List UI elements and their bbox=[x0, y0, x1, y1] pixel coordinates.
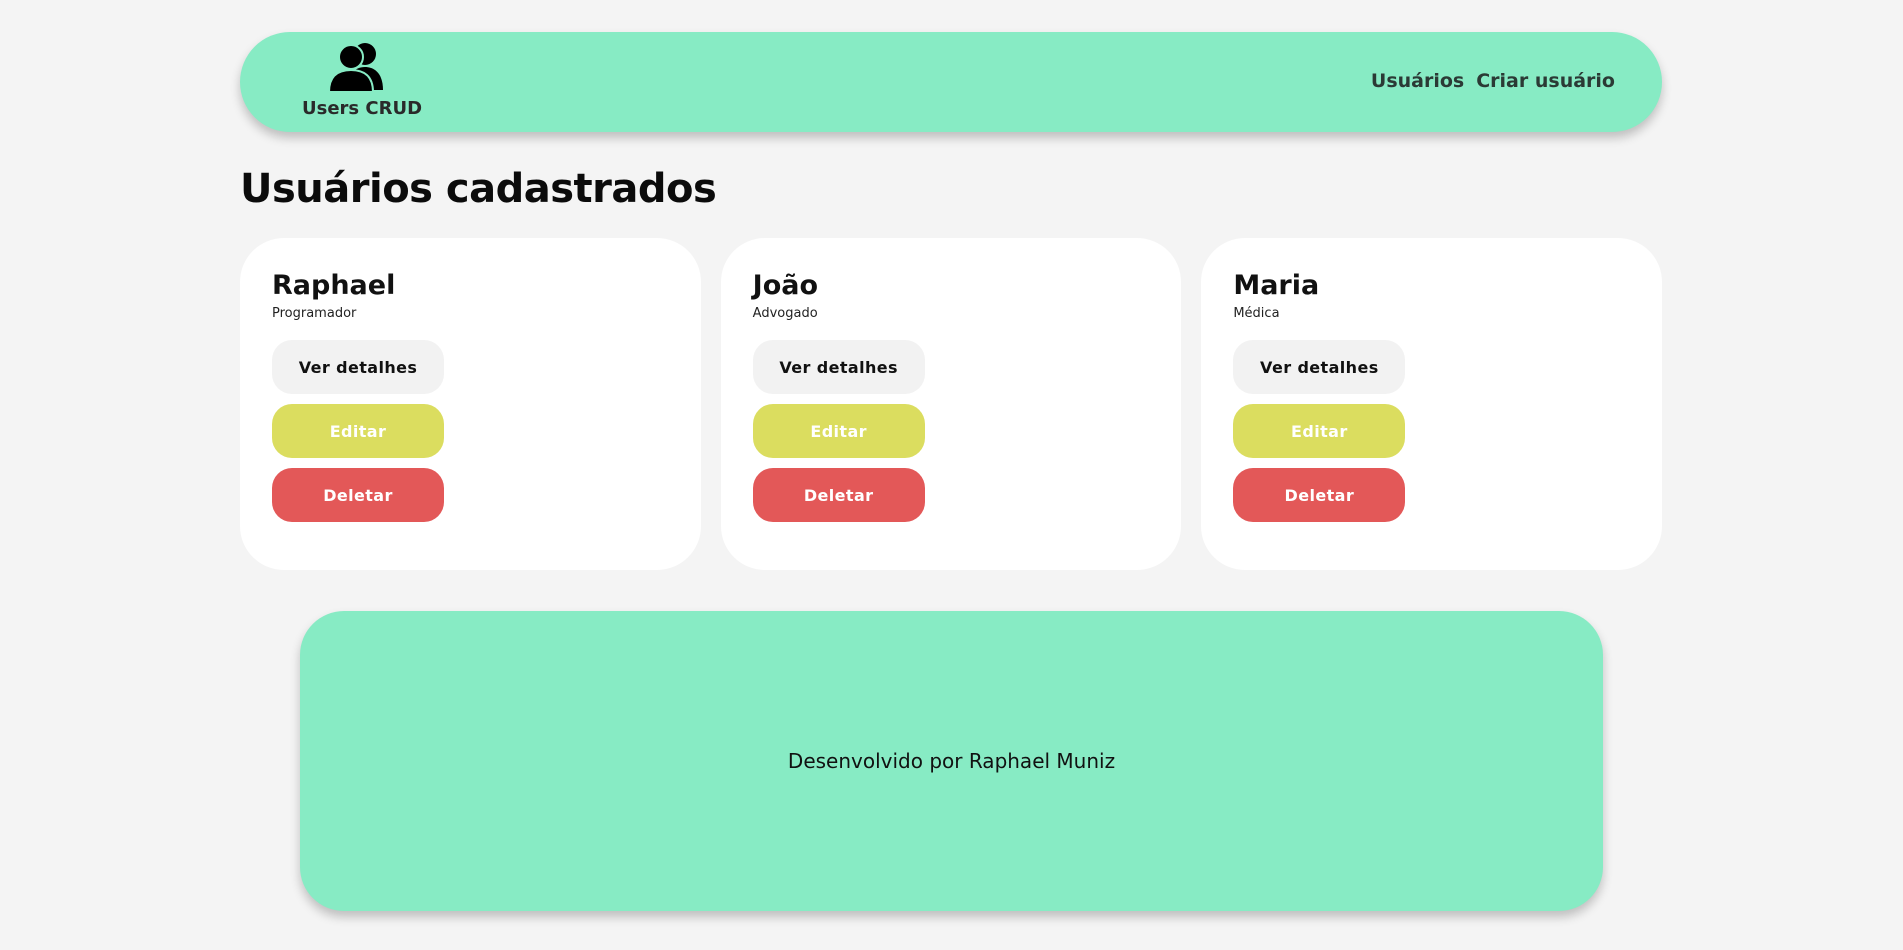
nav-links: Usuários Criar usuário bbox=[1371, 70, 1615, 92]
navbar: Users CRUD Usuários Criar usuário bbox=[240, 32, 1662, 132]
footer-credit: Desenvolvido por Raphael Muniz bbox=[787, 749, 1116, 773]
brand[interactable]: Users CRUD bbox=[302, 40, 423, 119]
nav-link-usuarios[interactable]: Usuários bbox=[1371, 70, 1464, 92]
user-name: João bbox=[752, 270, 819, 301]
user-cards: Raphael Programador Ver detalhes Editar … bbox=[240, 238, 1663, 570]
user-name: Raphael bbox=[272, 270, 396, 301]
edit-button[interactable]: Editar bbox=[272, 404, 444, 458]
user-card: Maria Médica Ver detalhes Editar Deletar bbox=[1201, 238, 1663, 570]
delete-button[interactable]: Deletar bbox=[1233, 468, 1406, 522]
view-details-button[interactable]: Ver detalhes bbox=[272, 340, 444, 394]
user-card: Raphael Programador Ver detalhes Editar … bbox=[240, 238, 701, 570]
brand-title: Users CRUD bbox=[302, 98, 423, 119]
page-title: Usuários cadastrados bbox=[240, 166, 717, 212]
edit-button[interactable]: Editar bbox=[1233, 404, 1406, 458]
edit-button[interactable]: Editar bbox=[752, 404, 925, 458]
view-details-button[interactable]: Ver detalhes bbox=[1233, 340, 1406, 394]
user-role: Médica bbox=[1233, 306, 1280, 321]
user-role: Advogado bbox=[752, 306, 818, 321]
page-container: Users CRUD Usuários Criar usuário Usuári… bbox=[240, 32, 1663, 570]
user-name: Maria bbox=[1233, 270, 1320, 301]
user-card: João Advogado Ver detalhes Editar Deleta… bbox=[720, 238, 1182, 570]
user-role: Programador bbox=[272, 306, 357, 321]
nav-link-criar-usuario[interactable]: Criar usuário bbox=[1476, 70, 1615, 92]
view-details-button[interactable]: Ver detalhes bbox=[752, 340, 925, 394]
delete-button[interactable]: Deletar bbox=[272, 468, 444, 522]
users-icon bbox=[327, 43, 383, 92]
footer: Desenvolvido por Raphael Muniz bbox=[300, 611, 1603, 911]
delete-button[interactable]: Deletar bbox=[752, 468, 925, 522]
